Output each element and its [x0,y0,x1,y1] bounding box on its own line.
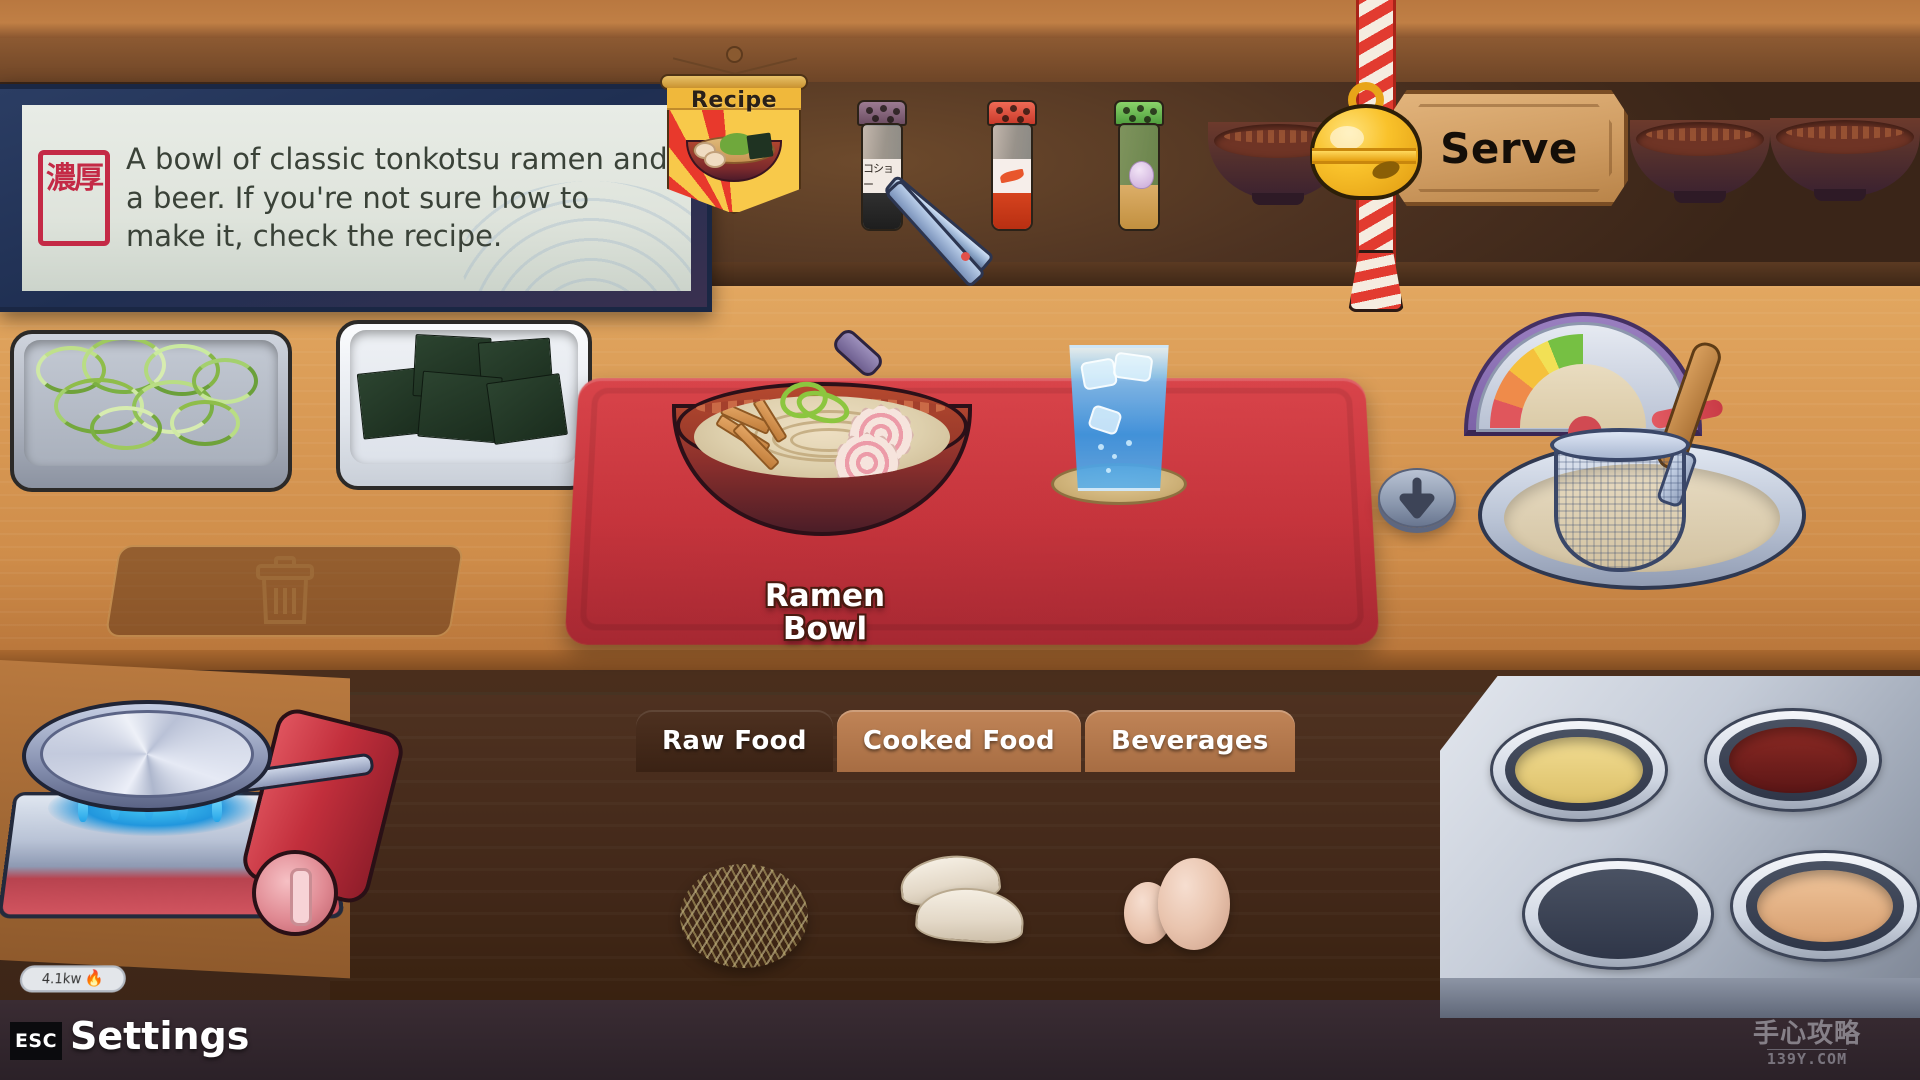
lower-item-button[interactable] [1378,460,1456,532]
shelf-bowl-right-a [1630,120,1770,203]
shaker-chili-icon [993,159,1031,193]
inventory-items [636,840,1296,990]
chili-shaker[interactable] [985,100,1039,232]
frying-pan[interactable] [22,700,375,826]
recipe-label: Recipe [690,88,778,113]
site-watermark: 手心攻略 139Y.COM [1712,1016,1902,1072]
wall-top-trim [0,0,1920,38]
counter-front-edge [0,650,1920,672]
noodles-icon [680,864,808,968]
dumplings-item[interactable] [886,850,1046,980]
noodle-strainer-pot[interactable] [1478,338,1806,610]
tongs-tip-dot [961,252,970,261]
tab-beverages[interactable]: Beverages [1085,710,1295,772]
broth-pot-tonkotsu[interactable] [1730,850,1920,962]
shaker-garlic-icon [1129,161,1154,189]
serve-label: Serve [1440,123,1578,173]
broth-liquid [1515,736,1643,804]
game-screen: 濃厚 A bowl of classic tonkotsu ramen and … [0,0,1920,1080]
serve-button[interactable]: Serve [1390,90,1628,206]
shaker-body [1118,123,1160,231]
tab-label: Beverages [1111,726,1269,756]
wall-mid-trim [0,38,1920,82]
recipe-nail [726,46,743,63]
nori-tray[interactable] [336,320,592,490]
egg-icon [1158,858,1230,950]
broth-liquid [1756,869,1894,943]
water-glass[interactable] [1051,345,1187,505]
broth-pot-shio[interactable] [1490,718,1668,822]
green-onion-tray[interactable] [10,330,292,492]
settings-button[interactable]: Settings [70,1014,249,1058]
ramen-bowl-plated[interactable] [672,377,972,538]
trash-drop-zone[interactable] [104,545,465,637]
broth-pot-shoyu[interactable] [1704,708,1882,812]
stove-knob[interactable] [252,850,338,936]
tab-cooked-food[interactable]: Cooked Food [836,710,1082,772]
stove-power-label: 4.1kw [41,970,82,987]
shaker-body [991,123,1033,231]
broth-liquid [1729,726,1857,794]
inventory-tabs: Raw Food Cooked Food Beverages [636,710,1296,772]
tab-label: Cooked Food [862,726,1056,756]
flame-icon: 🔥 [84,969,105,988]
tab-raw-food[interactable]: Raw Food [636,710,833,772]
recipe-bowl-icon [686,122,782,184]
trash-icon [255,556,314,624]
broth-pot-empty[interactable] [1522,858,1714,970]
service-bell[interactable] [1310,82,1422,206]
arrow-down-icon [1399,477,1435,519]
watermark-sub: 139Y.COM [1766,1048,1848,1068]
eggs-item[interactable] [1106,850,1266,980]
order-ticket: 濃厚 A bowl of classic tonkotsu ramen and … [0,84,712,312]
order-ticket-inner: 濃厚 A bowl of classic tonkotsu ramen and … [22,105,691,291]
esc-key-badge[interactable]: ESC [10,1022,62,1060]
noodles-item[interactable] [666,850,826,980]
portable-gas-stove[interactable]: 4.1kw 🔥 [0,700,408,993]
garlic-shaker[interactable] [1112,100,1166,232]
glass-body [1069,345,1169,491]
recipe-banner-button[interactable]: Recipe [660,46,808,225]
heat-gauge [1464,312,1725,438]
watermark-main: 手心攻略 [1752,1018,1861,1049]
stove-power-tag: 4.1kw 🔥 [18,965,127,993]
order-description: A bowl of classic tonkotsu ramen and a b… [126,142,668,254]
tab-label: Raw Food [662,726,807,756]
tongs-tool[interactable] [820,174,996,398]
broth-stovetop-edge [1440,978,1920,1018]
bell-band [1312,148,1416,164]
order-stamp: 濃厚 [38,150,110,246]
shelf-bowl-right-b [1770,118,1920,201]
